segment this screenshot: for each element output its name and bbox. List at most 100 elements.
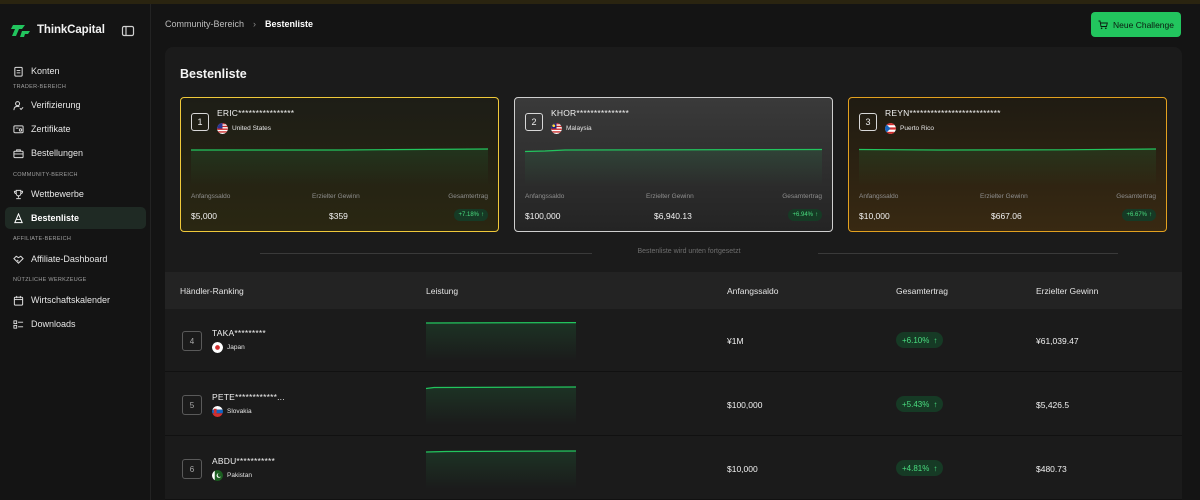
brand-name: ThinkCapital <box>37 24 105 36</box>
brand[interactable]: ThinkCapital <box>11 22 105 38</box>
header-performance: Leistung <box>426 286 459 296</box>
chevron-right-icon: › <box>253 19 257 29</box>
performance-sparkline <box>525 148 822 186</box>
trophy-icon <box>13 189 24 199</box>
trader-country: Puerto Rico <box>885 123 934 134</box>
header-total-return: Gesamtertrag <box>896 286 948 296</box>
table-row[interactable]: 6 ABDU*********** Pakistan $10,000 +4.81… <box>165 437 1182 500</box>
return-badge: +6.94% ↑ <box>788 209 822 221</box>
sidebar-item-label: Konten <box>31 66 60 76</box>
sidebar-collapse-icon[interactable] <box>121 24 135 38</box>
new-challenge-button[interactable]: Neue Challenge <box>1091 12 1181 37</box>
sidebar-item-verifizierung[interactable]: Verifizierung <box>5 94 146 116</box>
country-name: Pakistan <box>227 472 252 479</box>
podium-icon <box>14 212 23 223</box>
sidebar-item-label: Affiliate-Dashboard <box>31 254 108 264</box>
table-row[interactable]: 5 PETE************... Slovakia $100,000 … <box>165 373 1182 436</box>
sidebar-item-label: Wettbewerbe <box>31 189 84 199</box>
return-value: +6.10% <box>902 335 930 345</box>
sidebar-item-bestellungen[interactable]: Bestellungen <box>5 142 146 164</box>
divider-line-right <box>818 253 1118 254</box>
profit-value: ¥61,039.47 <box>1036 336 1079 346</box>
sidebar-item-label: Bestellungen <box>31 148 84 158</box>
sidebar-item-label: Downloads <box>31 319 76 329</box>
trader-country: United States <box>217 123 271 134</box>
sidebar-item-downloads[interactable]: Downloads <box>5 313 146 335</box>
sidebar-item-affiliate-dashboard[interactable]: Affiliate-Dashboard <box>5 248 146 270</box>
flag-pk-icon <box>212 470 223 481</box>
rank-badge: 2 <box>525 113 543 131</box>
return-badge: +7.18% ↑ <box>454 209 488 221</box>
country-name: United States <box>232 125 272 132</box>
return-badge: +5.43% ↑ <box>896 396 944 412</box>
sidebar-item-konten[interactable]: Konten <box>5 60 146 82</box>
arrow-up-icon: ↑ <box>933 399 938 409</box>
return-value: +6.94% <box>792 212 813 218</box>
flag-us-icon <box>217 123 228 134</box>
breadcrumb-community[interactable]: Community-Bereich <box>165 19 244 29</box>
thinkcapital-logo-icon <box>11 25 30 37</box>
arrow-up-icon: ↑ <box>933 335 938 345</box>
start-balance: $5,000 <box>191 211 217 221</box>
return-value: +5.43% <box>902 399 930 409</box>
sidebar-item-label: Bestenliste <box>31 213 80 223</box>
flag-my-icon <box>551 123 562 134</box>
trader-name: TAKA********* <box>212 328 266 338</box>
flag-pr-icon <box>885 123 896 134</box>
sidebar-item-zertifikate[interactable]: Zertifikate <box>5 118 146 140</box>
label-profit: Erzielter Gewinn <box>646 193 694 200</box>
trader-name: REYN************************** <box>885 108 1001 118</box>
rank-badge: 4 <box>182 331 202 351</box>
trader-name: KHOR*************** <box>551 108 629 118</box>
label-return: Gesamtertrag <box>782 193 822 200</box>
breadcrumb: Community-Bereich › Bestenliste <box>165 19 313 29</box>
return-value: +6.67% <box>1126 212 1147 218</box>
briefcase-icon <box>13 148 24 158</box>
sidebar: ThinkCapital Konten TRADER-BEREICH Verif… <box>0 4 151 500</box>
page-title: Bestenliste <box>180 67 247 81</box>
performance-sparkline <box>426 386 576 425</box>
start-balance: $100,000 <box>727 400 763 410</box>
certificate-icon <box>13 124 24 133</box>
user-check-icon <box>13 100 24 110</box>
section-label-tools: NÜTZLICHE WERKZEUGE <box>13 277 87 283</box>
sidebar-item-label: Zertifikate <box>31 124 71 134</box>
profit-value: $6,940.13 <box>654 211 692 221</box>
podium-card-3[interactable]: 3 REYN************************** Puerto … <box>848 97 1167 232</box>
section-label-trader: TRADER-BEREICH <box>13 84 67 90</box>
section-label-community: COMMUNITY-BEREICH <box>13 172 78 178</box>
arrow-up-icon: ↑ <box>1149 212 1152 218</box>
performance-sparkline <box>426 450 576 489</box>
arrow-up-icon: ↑ <box>481 212 484 218</box>
podium-card-1[interactable]: 1 ERIC**************** United States Anf… <box>180 97 499 232</box>
trader-country: Slovakia <box>212 406 252 417</box>
arrow-up-icon: ↑ <box>933 463 938 473</box>
profit-value: $480.73 <box>1036 464 1067 474</box>
sidebar-item-wettbewerbe[interactable]: Wettbewerbe <box>5 183 146 205</box>
label-return: Gesamtertrag <box>1116 193 1156 200</box>
trader-name: ERIC**************** <box>217 108 295 118</box>
sidebar-item-label: Wirtschaftskalender <box>31 295 111 305</box>
header-profit: Erzielter Gewinn <box>1036 286 1099 296</box>
rank-badge: 5 <box>182 395 202 415</box>
country-name: Slovakia <box>227 408 252 415</box>
sidebar-item-bestenliste[interactable]: Bestenliste <box>5 207 146 229</box>
clipboard-icon <box>14 66 23 77</box>
performance-sparkline <box>859 148 1156 186</box>
start-balance: $10,000 <box>859 211 890 221</box>
start-balance: ¥1M <box>727 336 744 346</box>
return-value: +7.18% <box>458 212 479 218</box>
list-icon <box>13 319 24 329</box>
label-start-balance: Anfangssaldo <box>191 193 231 200</box>
rank-badge: 1 <box>191 113 209 131</box>
podium-card-2[interactable]: 2 KHOR*************** Malaysia Anfangssa… <box>514 97 833 232</box>
trader-country: Malaysia <box>551 123 592 134</box>
country-name: Malaysia <box>566 125 592 132</box>
breadcrumb-current: Bestenliste <box>265 19 314 29</box>
table-row[interactable]: 4 TAKA********* Japan ¥1M +6.10% ↑ ¥61,03… <box>165 309 1182 372</box>
sidebar-item-wirtschaftskalender[interactable]: Wirtschaftskalender <box>5 289 146 311</box>
label-start-balance: Anfangssaldo <box>859 193 899 200</box>
header-start-balance: Anfangssaldo <box>727 286 779 296</box>
trader-country: Pakistan <box>212 470 252 481</box>
country-name: Japan <box>227 344 245 351</box>
